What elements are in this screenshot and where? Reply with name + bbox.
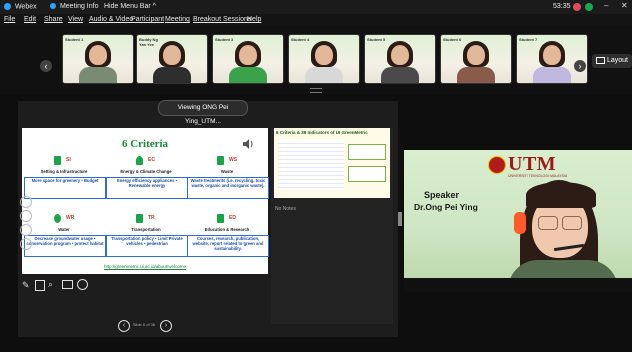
next-slide-button[interactable]: › (160, 320, 172, 332)
info-icon (50, 3, 56, 10)
speaker-video[interactable]: UTM UNIVERSITI TEKNOLOGI MALAYSIA Speake… (404, 150, 632, 292)
copy-icon[interactable] (35, 280, 45, 291)
participant-strip: ‹ Student 1 Buddy Ng Yan Yee Student 3 S… (0, 26, 632, 94)
speaker-name: Dr.Ong Pei Ying (414, 202, 478, 212)
book-icon (217, 214, 224, 223)
more-icon[interactable] (77, 279, 88, 290)
menu-bar: File Edit Share View Audio & Video Parti… (0, 14, 632, 26)
bus-icon (136, 214, 143, 223)
meeting-info-button[interactable]: Meeting Info (50, 3, 98, 10)
utm-logo-subtext: UNIVERSITI TEKNOLOGI MALAYSIA (508, 174, 568, 178)
preview-box (348, 166, 386, 182)
utm-logo (488, 156, 506, 174)
participant-thumbnail[interactable]: Student 4 (288, 34, 360, 84)
lightbulb-icon (136, 156, 143, 165)
notes-label: No Notes (275, 206, 296, 212)
chevron-left-icon[interactable]: ‹ (40, 60, 52, 72)
slide-link[interactable]: http://greenmetric.ui.ac.id/about/welcom… (22, 264, 268, 269)
menu-meeting[interactable]: Meeting (165, 16, 190, 23)
preview-box (348, 144, 386, 160)
participant-thumbnail[interactable]: Student 3 (212, 34, 284, 84)
speaker-bangs (526, 182, 596, 208)
subtitle-icon[interactable] (20, 210, 32, 222)
water-drop-icon (54, 214, 61, 223)
menu-participant[interactable]: Participant (131, 16, 164, 23)
chevron-up-icon: ^ (152, 3, 156, 10)
slide-counter: Slide 6 of 36 (132, 322, 156, 327)
glasses-right (562, 216, 582, 230)
participant-thumbnail[interactable]: Student 1 (62, 34, 134, 84)
previous-slide-button[interactable]: ‹ (118, 320, 130, 332)
video-bottom-strip (404, 278, 632, 292)
viewing-label[interactable]: Viewing ONG Pei Ying_UTM... (158, 100, 248, 125)
speaker-label: Speaker (424, 190, 460, 200)
recording-icon[interactable] (573, 3, 581, 11)
next-slide-preview[interactable]: 6 Criteria & 39 Indicators of UI GreenMe… (274, 128, 390, 198)
chevron-right-icon[interactable]: › (574, 60, 586, 72)
title-bar: Webex Meeting Info Hide Menu Bar ^ 53:35… (0, 0, 632, 14)
panel-resize-handle[interactable] (398, 212, 402, 226)
resize-handle[interactable] (310, 88, 322, 93)
slide-title: 6 Criteria (121, 138, 169, 150)
pen-icon[interactable]: ✎ (22, 280, 30, 291)
participant-thumbnail[interactable]: Student 6 (440, 34, 512, 84)
headset (514, 212, 526, 234)
building-icon (54, 156, 61, 165)
menu-view[interactable]: View (68, 16, 83, 23)
menu-file[interactable]: File (4, 16, 15, 23)
participant-thumbnail[interactable]: Student 5 (364, 34, 436, 84)
app-name: Webex (4, 3, 37, 10)
minimize-icon[interactable]: – (604, 1, 608, 10)
layout-button[interactable]: Layout (592, 54, 632, 68)
trash-icon (217, 156, 224, 165)
participant-thumbnail[interactable]: Buddy Ng Yan Yee (136, 34, 208, 84)
search-icon[interactable]: ⌕ (48, 279, 53, 290)
pointer-icon[interactable] (20, 196, 32, 208)
meeting-timer: 53:35 (553, 3, 571, 10)
hide-menu-bar-button[interactable]: Hide Menu Bar ^ (104, 3, 156, 10)
preview-content (278, 140, 344, 190)
utm-logo-text: UTM (508, 153, 557, 175)
speaker-icon (242, 136, 254, 149)
menu-share[interactable]: Share (44, 16, 63, 23)
status-icon[interactable] (585, 3, 593, 11)
menu-audio-video[interactable]: Audio & Video (89, 16, 133, 23)
screen-icon[interactable] (62, 280, 73, 289)
zoom-out-icon[interactable] (20, 238, 32, 250)
webex-icon (4, 3, 11, 10)
participant-thumbnail[interactable]: Student 7 (516, 34, 588, 84)
presentation-slide: 6 Criteria SI Setting & Infrastructure M… (22, 128, 269, 274)
menu-edit[interactable]: Edit (24, 16, 36, 23)
glasses-left (538, 216, 558, 230)
zoom-in-icon[interactable] (20, 224, 32, 236)
close-icon[interactable]: ✕ (621, 1, 628, 10)
menu-help[interactable]: Help (247, 16, 261, 23)
layout-icon (595, 56, 605, 64)
menu-breakout-sessions[interactable]: Breakout Sessions (193, 16, 251, 23)
